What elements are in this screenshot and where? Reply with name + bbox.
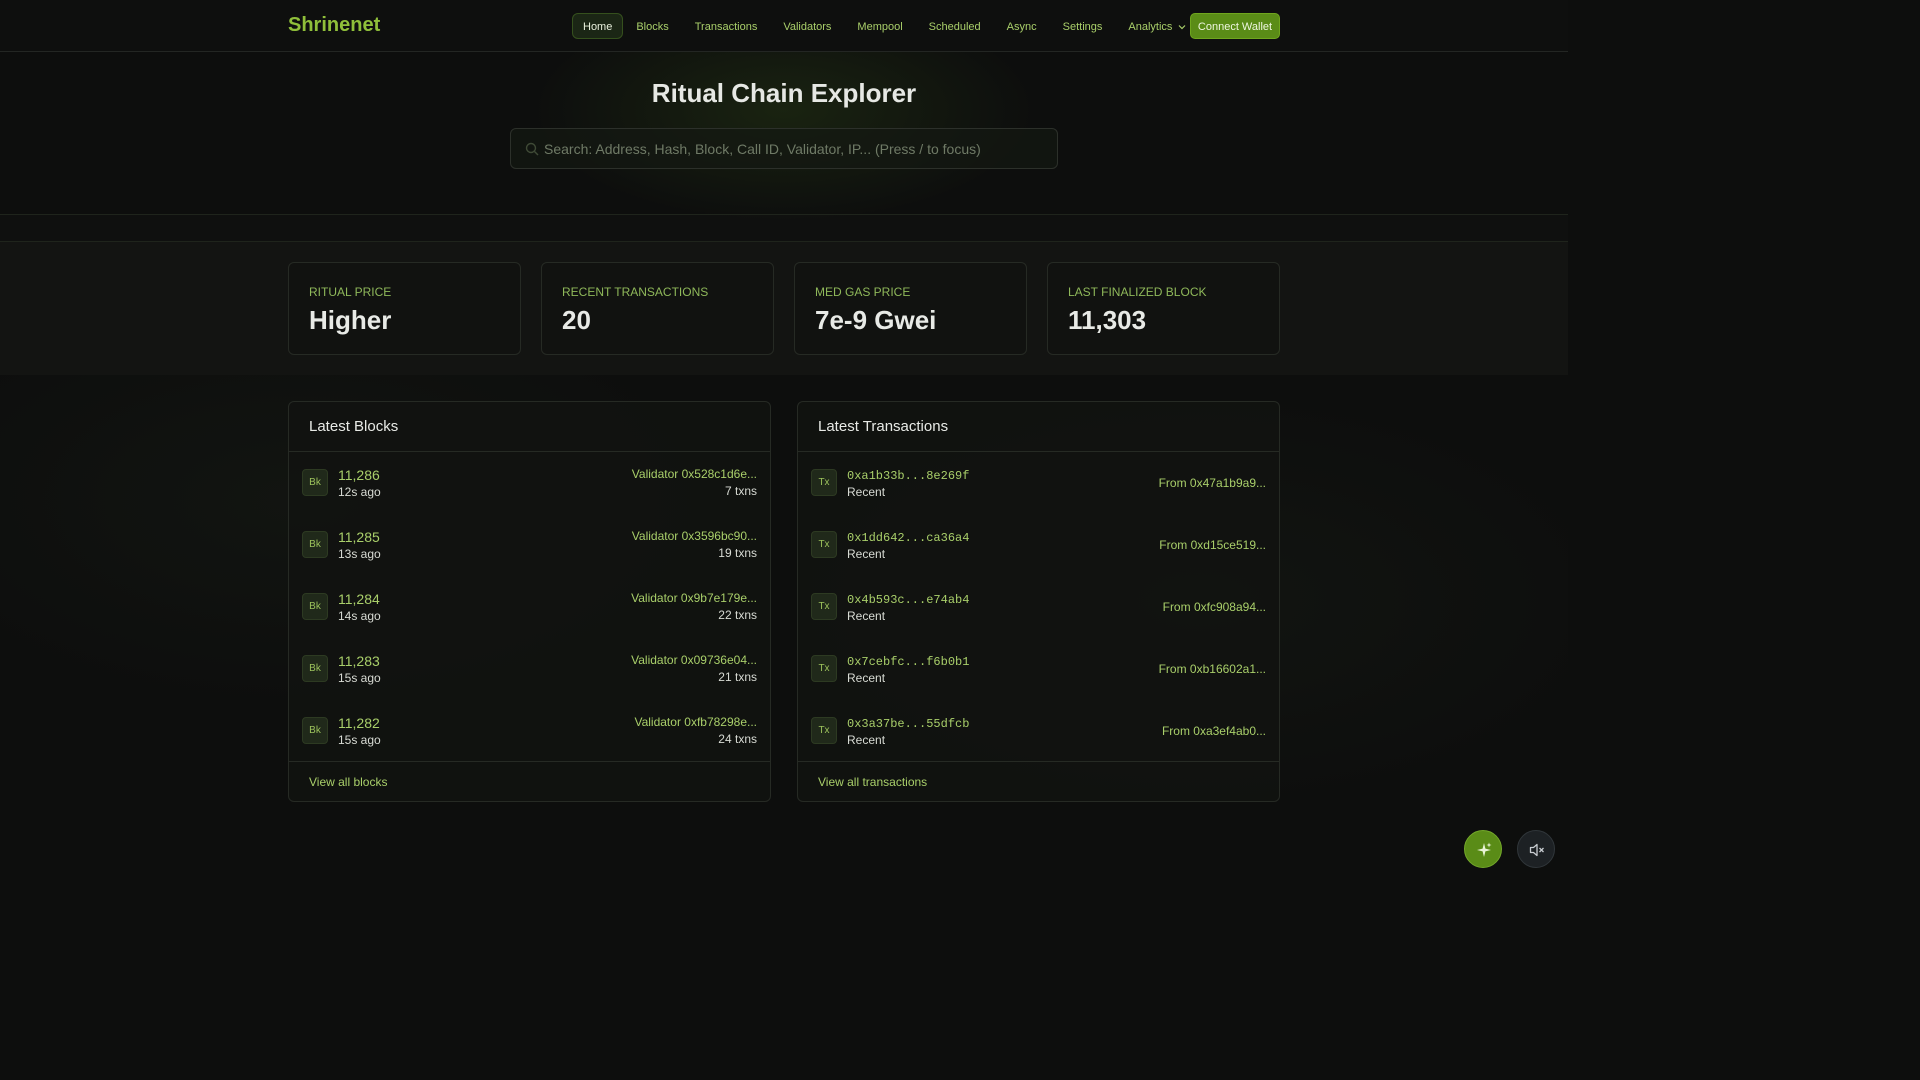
nav-analytics-label: Analytics: [1128, 21, 1173, 33]
block-txn-count: 24 txns: [718, 732, 757, 746]
latest-blocks-panel: Latest Blocks Bk 11,286 12s ago Validato…: [288, 401, 771, 802]
block-number-link[interactable]: 11,284: [338, 591, 380, 607]
block-number-link[interactable]: 11,283: [338, 653, 380, 669]
block-validator-link[interactable]: Validator 0x3596bc90...: [632, 529, 757, 543]
block-validator-link[interactable]: Validator 0x09736e04...: [631, 653, 757, 667]
stat-card-ritual-price: RITUAL PRICE Higher: [288, 262, 521, 355]
view-all-transactions-link[interactable]: View all transactions: [798, 761, 1279, 801]
tx-badge: Tx: [811, 531, 837, 558]
nav-scheduled[interactable]: Scheduled: [916, 13, 994, 39]
block-age: 15s ago: [338, 733, 381, 747]
mute-toggle-button[interactable]: [1517, 830, 1555, 868]
block-txn-count: 19 txns: [718, 546, 757, 560]
stat-card-recent-transactions: RECENT TRANSACTIONS 20: [541, 262, 774, 355]
stat-label: RECENT TRANSACTIONS: [562, 285, 709, 299]
block-txn-count: 7 txns: [724, 484, 757, 498]
transaction-row[interactable]: Tx 0xa1b33b...8e269f Recent From 0x47a1b…: [798, 452, 1279, 514]
block-age: 13s ago: [338, 547, 381, 561]
stat-value: 20: [562, 305, 591, 335]
block-row[interactable]: Bk 11,285 13s ago Validator 0x3596bc90..…: [289, 514, 770, 576]
block-age: 15s ago: [338, 671, 381, 685]
divider-band: [0, 214, 1568, 242]
block-row[interactable]: Bk 11,284 14s ago Validator 0x9b7e179e..…: [289, 576, 770, 638]
tx-hash-link[interactable]: 0x3a37be...55dfcb: [847, 717, 969, 731]
block-txn-count: 22 txns: [718, 608, 757, 622]
nav-validators[interactable]: Validators: [770, 13, 844, 39]
nav-analytics-dropdown[interactable]: Analytics: [1115, 13, 1199, 39]
stat-label: MED GAS PRICE: [815, 285, 911, 299]
stat-value: Higher: [309, 305, 392, 335]
tx-from-link[interactable]: From 0x47a1b9a9...: [1159, 476, 1266, 490]
latest-blocks-title: Latest Blocks: [289, 402, 770, 452]
connect-wallet-button[interactable]: Connect Wallet: [1190, 13, 1280, 39]
tx-badge: Tx: [811, 593, 837, 620]
nav-settings[interactable]: Settings: [1050, 13, 1116, 39]
stats-band: [0, 242, 1568, 375]
search-icon: [525, 142, 539, 161]
view-all-blocks-link[interactable]: View all blocks: [289, 761, 770, 801]
block-number-link[interactable]: 11,285: [338, 529, 380, 545]
block-row[interactable]: Bk 11,282 15s ago Validator 0xfb78298e..…: [289, 700, 770, 762]
block-badge: Bk: [302, 717, 328, 744]
block-number-link[interactable]: 11,286: [338, 467, 380, 483]
top-nav: Shrinenet Home Blocks Transactions Valid…: [0, 0, 1568, 52]
tx-status: Recent: [847, 609, 886, 623]
block-row[interactable]: Bk 11,283 15s ago Validator 0x09736e04..…: [289, 638, 770, 700]
nav-home[interactable]: Home: [572, 13, 624, 39]
stat-value: 7e-9 Gwei: [815, 305, 937, 335]
tx-status: Recent: [847, 547, 886, 561]
tx-from-link[interactable]: From 0xd15ce519...: [1159, 538, 1266, 552]
block-badge: Bk: [302, 531, 328, 558]
tx-from-link[interactable]: From 0xb16602a1...: [1159, 662, 1266, 676]
block-badge: Bk: [302, 469, 328, 496]
block-validator-link[interactable]: Validator 0x528c1d6e...: [632, 467, 757, 481]
tx-hash-link[interactable]: 0xa1b33b...8e269f: [847, 469, 969, 483]
nav-async[interactable]: Async: [994, 13, 1050, 39]
tx-status: Recent: [847, 733, 886, 747]
block-validator-link[interactable]: Validator 0x9b7e179e...: [631, 591, 757, 605]
latest-transactions-title: Latest Transactions: [798, 402, 1279, 452]
block-age: 12s ago: [338, 485, 381, 499]
block-txn-count: 21 txns: [718, 670, 757, 684]
stat-label: RITUAL PRICE: [309, 285, 392, 299]
tx-hash-link[interactable]: 0x1dd642...ca36a4: [847, 531, 969, 545]
transaction-row[interactable]: Tx 0x1dd642...ca36a4 Recent From 0xd15ce…: [798, 514, 1279, 576]
page-title: Ritual Chain Explorer: [651, 78, 917, 108]
search-input[interactable]: [511, 129, 1057, 168]
nav-blocks[interactable]: Blocks: [623, 13, 681, 39]
stat-card-med-gas-price: MED GAS PRICE 7e-9 Gwei: [794, 262, 1027, 355]
transaction-row[interactable]: Tx 0x7cebfc...f6b0b1 Recent From 0xb1660…: [798, 638, 1279, 700]
nav-transactions[interactable]: Transactions: [682, 13, 771, 39]
block-number-link[interactable]: 11,282: [338, 715, 380, 731]
tx-from-link[interactable]: From 0xa3ef4ab0...: [1162, 724, 1266, 738]
chevron-down-icon: [1178, 14, 1186, 40]
tx-status: Recent: [847, 671, 886, 685]
tx-hash-link[interactable]: 0x4b593c...e74ab4: [847, 593, 969, 607]
block-badge: Bk: [302, 593, 328, 620]
brand-logo[interactable]: Shrinenet: [288, 14, 380, 37]
stat-card-last-finalized-block: LAST FINALIZED BLOCK 11,303: [1047, 262, 1280, 355]
nav-links: Home Blocks Transactions Validators Memp…: [572, 13, 1199, 39]
nav-mempool[interactable]: Mempool: [844, 13, 915, 39]
tx-badge: Tx: [811, 655, 837, 682]
block-row[interactable]: Bk 11,286 12s ago Validator 0x528c1d6e..…: [289, 452, 770, 514]
search-box: [510, 128, 1058, 169]
stat-value: 11,303: [1068, 305, 1147, 335]
tx-badge: Tx: [811, 469, 837, 496]
ai-assistant-button[interactable]: [1464, 830, 1502, 868]
transaction-row[interactable]: Tx 0x3a37be...55dfcb Recent From 0xa3ef4…: [798, 700, 1279, 762]
tx-status: Recent: [847, 485, 886, 499]
block-badge: Bk: [302, 655, 328, 682]
block-validator-link[interactable]: Validator 0xfb78298e...: [634, 715, 757, 729]
tx-from-link[interactable]: From 0xfc908a94...: [1163, 600, 1266, 614]
tx-badge: Tx: [811, 717, 837, 744]
stat-label: LAST FINALIZED BLOCK: [1068, 285, 1207, 299]
tx-hash-link[interactable]: 0x7cebfc...f6b0b1: [847, 655, 969, 669]
transaction-row[interactable]: Tx 0x4b593c...e74ab4 Recent From 0xfc908…: [798, 576, 1279, 638]
latest-transactions-panel: Latest Transactions Tx 0xa1b33b...8e269f…: [797, 401, 1280, 802]
block-age: 14s ago: [338, 609, 381, 623]
